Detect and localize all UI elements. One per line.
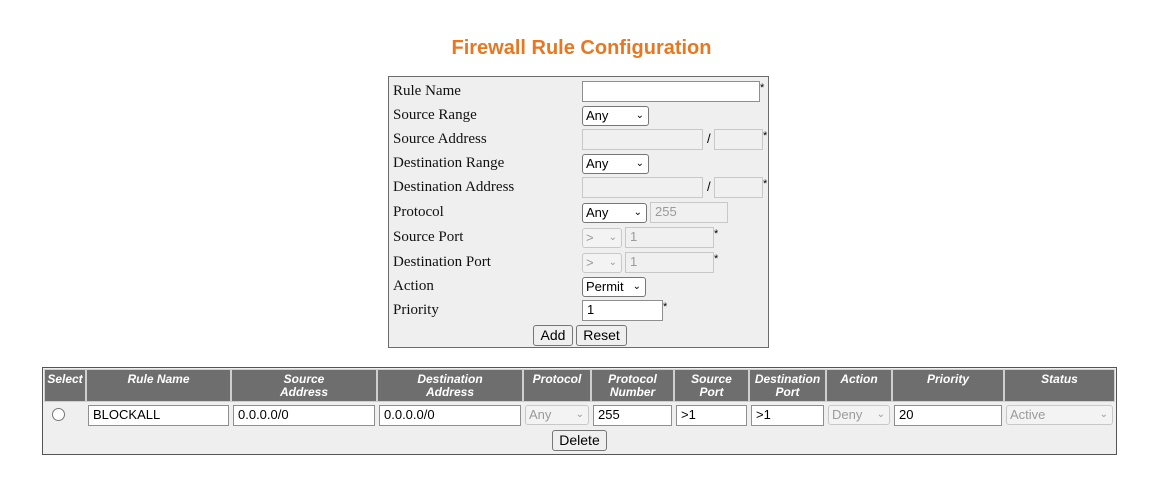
- header-select: Select: [44, 369, 86, 402]
- destination-range-label: Destination Range: [393, 155, 505, 171]
- chevron-down-icon: ⌄: [635, 110, 644, 121]
- source-range-select[interactable]: Any ⌄: [582, 106, 649, 126]
- row-action-select[interactable]: Deny ⌄: [828, 405, 890, 425]
- page-title: Firewall Rule Configuration: [451, 37, 712, 59]
- rule-name-input[interactable]: [582, 81, 760, 102]
- priority-label: Priority: [393, 302, 439, 318]
- rules-table: Select Rule Name Source Address Destinati…: [42, 367, 1117, 455]
- required-marker: *: [714, 253, 719, 265]
- source-mask-input[interactable]: [714, 129, 763, 150]
- header-destination-address: Destination Address: [377, 369, 523, 402]
- required-marker: *: [763, 130, 768, 142]
- header-rule-name: Rule Name: [86, 369, 231, 402]
- chevron-down-icon: ⌄: [1099, 409, 1108, 420]
- header-source-address: Source Address: [231, 369, 377, 402]
- required-marker: *: [760, 82, 765, 94]
- source-port-operator-select[interactable]: > ⌄: [582, 228, 622, 248]
- destination-port-label: Destination Port: [393, 254, 491, 270]
- destination-port-input[interactable]: 1: [625, 252, 714, 273]
- source-port-operator-value: >: [586, 230, 594, 245]
- destination-address-label: Destination Address: [393, 179, 515, 195]
- header-source-port: Source Port: [674, 369, 749, 402]
- address-separator: /: [707, 179, 711, 194]
- protocol-select[interactable]: Any ⌄: [582, 203, 647, 223]
- source-range-label: Source Range: [393, 107, 477, 123]
- reset-button[interactable]: Reset: [576, 325, 627, 346]
- row-action-value: Deny: [832, 407, 863, 422]
- source-port-label: Source Port: [393, 229, 464, 245]
- row-source-address-input[interactable]: 0.0.0.0/0: [233, 405, 375, 426]
- destination-port-operator-select[interactable]: > ⌄: [582, 253, 622, 273]
- action-label: Action: [393, 278, 434, 294]
- row-priority-input[interactable]: 20: [894, 405, 1002, 426]
- add-button[interactable]: Add: [533, 325, 573, 346]
- delete-button[interactable]: Delete: [552, 430, 607, 451]
- required-marker: *: [763, 178, 768, 190]
- destination-address-input[interactable]: [582, 177, 703, 198]
- row-select-radio[interactable]: [52, 408, 65, 421]
- header-destination-port: Destination Port: [749, 369, 826, 402]
- row-destination-port-input[interactable]: >1: [751, 405, 824, 426]
- row-protocol-select[interactable]: Any ⌄: [525, 405, 589, 425]
- required-marker: *: [714, 228, 719, 240]
- header-priority: Priority: [892, 369, 1004, 402]
- required-marker: *: [663, 301, 668, 313]
- header-action: Action: [826, 369, 892, 402]
- chevron-down-icon: ⌄: [575, 409, 584, 420]
- chevron-down-icon: ⌄: [632, 281, 641, 292]
- rule-name-label: Rule Name: [393, 83, 461, 99]
- chevron-down-icon: ⌄: [633, 207, 642, 218]
- action-value: Permit: [586, 279, 624, 294]
- row-protocol-number-input[interactable]: 255: [593, 405, 672, 426]
- source-address-input[interactable]: [582, 129, 703, 150]
- row-source-port-input[interactable]: >1: [676, 405, 747, 426]
- chevron-down-icon: ⌄: [635, 158, 644, 169]
- chevron-down-icon: ⌄: [608, 232, 617, 243]
- row-status-select[interactable]: Active ⌄: [1006, 405, 1113, 425]
- priority-input[interactable]: 1: [582, 300, 663, 321]
- row-protocol-value: Any: [529, 407, 552, 422]
- destination-mask-input[interactable]: [714, 177, 763, 198]
- destination-range-select[interactable]: Any ⌄: [582, 154, 649, 174]
- header-protocol: Protocol: [523, 369, 591, 402]
- source-address-label: Source Address: [393, 131, 487, 147]
- chevron-down-icon: ⌄: [876, 409, 885, 420]
- header-protocol-number: Protocol Number: [591, 369, 674, 402]
- source-range-value: Any: [586, 108, 609, 123]
- row-status-value: Active: [1010, 407, 1046, 422]
- protocol-number-input[interactable]: 255: [650, 202, 728, 223]
- protocol-label: Protocol: [393, 204, 444, 220]
- chevron-down-icon: ⌄: [608, 257, 617, 268]
- action-select[interactable]: Permit ⌄: [582, 277, 646, 297]
- destination-port-operator-value: >: [586, 255, 594, 270]
- destination-range-value: Any: [586, 156, 609, 171]
- protocol-value: Any: [586, 205, 609, 220]
- source-port-input[interactable]: 1: [625, 227, 714, 248]
- rule-form: Rule Name * Source Range Any ⌄ Source Ad…: [388, 76, 769, 348]
- header-status: Status: [1004, 369, 1115, 402]
- row-rule-name-input[interactable]: BLOCKALL: [88, 405, 229, 426]
- row-destination-address-input[interactable]: 0.0.0.0/0: [379, 405, 521, 426]
- address-separator: /: [707, 131, 711, 146]
